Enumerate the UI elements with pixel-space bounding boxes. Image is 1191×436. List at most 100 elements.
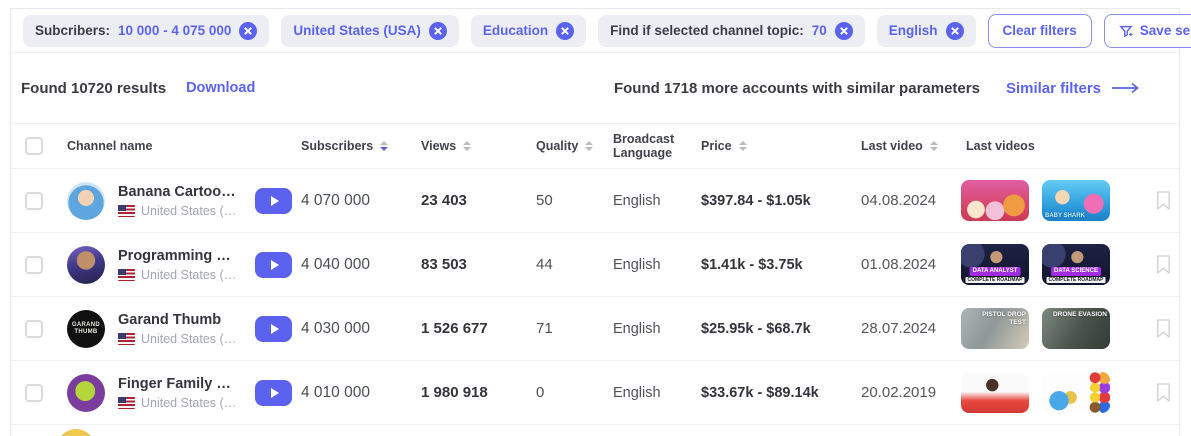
similar-results-count: Found 1718 more accounts with similar pa… bbox=[614, 80, 980, 97]
channel-avatar[interactable] bbox=[67, 182, 105, 220]
channel-avatar[interactable] bbox=[67, 246, 105, 284]
col-quality[interactable]: Quality bbox=[526, 139, 603, 153]
filter-chip-subscribers[interactable]: Subcribers: 10 000 - 4 075 000 bbox=[23, 15, 269, 47]
filter-chip-country[interactable]: United States (USA) bbox=[281, 15, 459, 47]
channel-name[interactable]: Banana Cartoon 3D. bbox=[118, 184, 240, 200]
row-checkbox[interactable] bbox=[25, 192, 43, 210]
sort-icon-views[interactable] bbox=[463, 141, 471, 151]
video-thumbnail[interactable] bbox=[961, 372, 1029, 413]
chip-value: 10 000 - 4 075 000 bbox=[118, 23, 231, 38]
quality-value: 44 bbox=[526, 256, 603, 273]
video-thumbnail[interactable]: DATA ANALYST COMPLETE ROADMAP bbox=[961, 244, 1029, 285]
us-flag-icon bbox=[118, 269, 135, 281]
subscribers-value: 4 010 000 bbox=[291, 384, 411, 402]
sort-icon-subscribers[interactable] bbox=[380, 141, 388, 151]
video-thumbnail[interactable]: DRONE EVASION bbox=[1042, 308, 1110, 349]
quality-value: 71 bbox=[526, 320, 603, 337]
views-value: 1 980 918 bbox=[411, 384, 526, 401]
last-video-date: 04.08.2024 bbox=[851, 192, 956, 209]
sort-icon-price[interactable] bbox=[739, 141, 747, 151]
row-checkbox[interactable] bbox=[25, 384, 43, 402]
col-subscribers[interactable]: Subscribers bbox=[291, 139, 411, 153]
close-icon[interactable] bbox=[429, 22, 447, 40]
last-video-date: 01.08.2024 bbox=[851, 256, 956, 273]
row-checkbox[interactable] bbox=[25, 320, 43, 338]
quality-value: 50 bbox=[526, 192, 603, 209]
quality-value: 0 bbox=[526, 384, 603, 401]
play-icon bbox=[271, 196, 279, 206]
video-thumbnail[interactable]: DATA SCIENCE COMPLETE ROADMAP bbox=[1042, 244, 1110, 285]
channel-name[interactable]: Garand Thumb bbox=[118, 312, 240, 328]
table-header: Channel name Subscribers Views Quality B… bbox=[11, 123, 1179, 169]
youtube-play-button[interactable] bbox=[255, 316, 292, 342]
us-flag-icon bbox=[118, 333, 135, 345]
video-thumbnail[interactable] bbox=[961, 180, 1029, 221]
save-selection-button[interactable]: Save selection bbox=[1104, 14, 1191, 48]
col-channel-name: Channel name bbox=[57, 139, 245, 153]
table-row: Banana Cartoon 3D. United States (USA) 4… bbox=[11, 169, 1179, 233]
channel-country: United States (USA) bbox=[141, 396, 245, 410]
chip-value: English bbox=[889, 23, 938, 38]
filter-bar: Subcribers: 10 000 - 4 075 000 United St… bbox=[11, 9, 1179, 53]
chip-value: United States (USA) bbox=[293, 23, 421, 38]
subscribers-value: 4 030 000 bbox=[291, 320, 411, 338]
close-icon[interactable] bbox=[835, 22, 853, 40]
close-icon[interactable] bbox=[239, 22, 257, 40]
col-price[interactable]: Price bbox=[691, 139, 851, 153]
chip-prefix: Subcribers: bbox=[35, 23, 110, 38]
price-value: $1.41k - $3.75k bbox=[691, 257, 851, 273]
col-last-videos: Last videos bbox=[956, 139, 1146, 153]
clear-filters-button[interactable]: Clear filters bbox=[988, 14, 1092, 48]
filter-chip-topic[interactable]: Find if selected channel topic: 70 bbox=[598, 15, 865, 47]
filter-chip-category[interactable]: Education bbox=[471, 15, 586, 47]
video-thumbnail[interactable]: BABY SHARK bbox=[1042, 180, 1110, 221]
row-checkbox[interactable] bbox=[25, 256, 43, 274]
video-thumbnail[interactable] bbox=[1042, 372, 1110, 413]
similar-filters-label: Similar filters bbox=[1006, 80, 1101, 97]
similar-filters-link[interactable]: Similar filters bbox=[1006, 80, 1139, 97]
views-value: 23 403 bbox=[411, 192, 526, 209]
download-link[interactable]: Download bbox=[186, 80, 255, 96]
bookmark-icon[interactable] bbox=[1154, 318, 1173, 339]
youtube-play-button[interactable] bbox=[255, 380, 292, 406]
language-value: English bbox=[603, 385, 691, 401]
bookmark-icon[interactable] bbox=[1154, 382, 1173, 403]
results-bar: Found 10720 results Download Found 1718 … bbox=[11, 53, 1179, 123]
language-value: English bbox=[603, 257, 691, 273]
close-icon[interactable] bbox=[946, 22, 964, 40]
video-thumbnail[interactable]: PISTOL DROP TEST bbox=[961, 308, 1029, 349]
subscribers-value: 4 070 000 bbox=[291, 192, 411, 210]
play-icon bbox=[271, 388, 279, 398]
bookmark-icon[interactable] bbox=[1154, 190, 1173, 211]
last-video-date: 20.02.2019 bbox=[851, 384, 956, 401]
channel-country: United States (USA) bbox=[141, 204, 245, 218]
channel-avatar bbox=[57, 429, 95, 436]
subscribers-value: 4 040 000 bbox=[291, 256, 411, 274]
channel-name[interactable]: Programming with .. bbox=[118, 248, 240, 264]
sort-icon-quality[interactable] bbox=[585, 141, 593, 151]
arrow-right-icon bbox=[1111, 82, 1139, 94]
results-count: Found 10720 results bbox=[21, 80, 166, 97]
funnel-plus-icon bbox=[1119, 24, 1133, 38]
col-views[interactable]: Views bbox=[411, 139, 526, 153]
youtube-play-button[interactable] bbox=[255, 188, 292, 214]
channel-avatar[interactable] bbox=[67, 374, 105, 412]
col-last-video[interactable]: Last video bbox=[851, 139, 956, 153]
close-icon[interactable] bbox=[556, 22, 574, 40]
chip-value: Education bbox=[483, 23, 548, 38]
views-value: 83 503 bbox=[411, 256, 526, 273]
chip-prefix: Find if selected channel topic: bbox=[610, 23, 804, 38]
select-all-checkbox[interactable] bbox=[25, 137, 43, 155]
sort-icon-last-video[interactable] bbox=[930, 141, 938, 151]
channel-avatar[interactable]: GARAND THUMB bbox=[67, 310, 105, 348]
play-icon bbox=[271, 260, 279, 270]
filter-chip-language[interactable]: English bbox=[877, 15, 976, 47]
us-flag-icon bbox=[118, 205, 135, 217]
bookmark-icon[interactable] bbox=[1154, 254, 1173, 275]
channel-name[interactable]: Finger Family Songs bbox=[118, 376, 240, 392]
youtube-play-button[interactable] bbox=[255, 252, 292, 278]
col-broadcast-language: Broadcast Language bbox=[603, 132, 683, 161]
us-flag-icon bbox=[118, 397, 135, 409]
views-value: 1 526 677 bbox=[411, 320, 526, 337]
language-value: English bbox=[603, 193, 691, 209]
